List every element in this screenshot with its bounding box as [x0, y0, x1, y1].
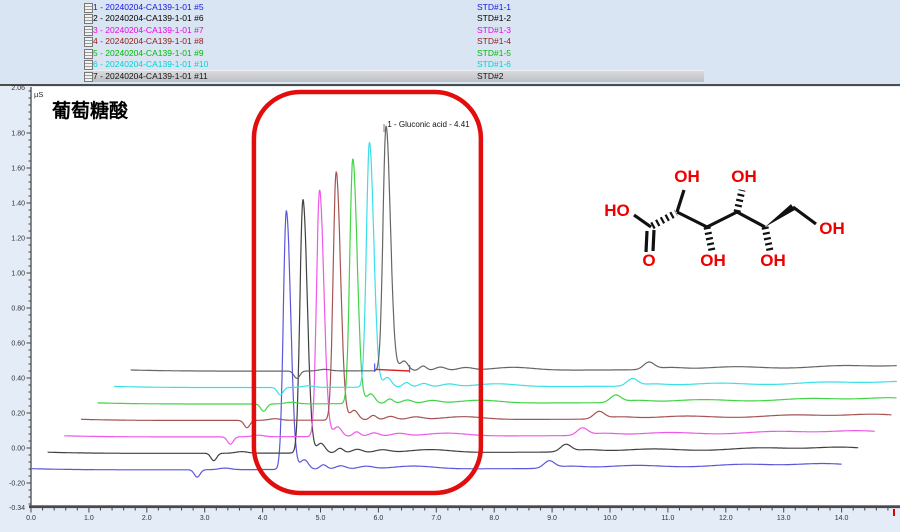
x-axis-ticks: 0.0 1.0 2.0 3.0 4.0 5.0 6.0 7.0 8.0 9.0 10.0 11.0 12…: [26, 508, 894, 522]
atom-label-O: O: [642, 251, 655, 270]
svg-text:8.0: 8.0: [489, 515, 499, 522]
svg-text:7.0: 7.0: [431, 515, 441, 522]
svg-text:0.40: 0.40: [11, 376, 25, 383]
svg-text:2.06: 2.06: [11, 85, 25, 92]
svg-text:14.0: 14.0: [835, 515, 849, 522]
svg-text:1.60: 1.60: [11, 166, 25, 173]
svg-text:-0.34: -0.34: [9, 505, 25, 512]
svg-text:3.0: 3.0: [200, 515, 210, 522]
svg-text:1.80: 1.80: [11, 131, 25, 138]
svg-text:6.0: 6.0: [374, 515, 384, 522]
svg-text:4.0: 4.0: [258, 515, 268, 522]
svg-text:9.0: 9.0: [547, 515, 557, 522]
svg-text:0.60: 0.60: [11, 341, 25, 348]
svg-text:1.0: 1.0: [84, 515, 94, 522]
svg-text:5.0: 5.0: [316, 515, 326, 522]
plot-area[interactable]: [31, 87, 900, 507]
svg-text:1.40: 1.40: [11, 201, 25, 208]
chart-title: 葡萄糖酸: [52, 99, 129, 122]
atom-label-HO: HO: [604, 201, 630, 220]
svg-text:10.0: 10.0: [603, 515, 617, 522]
svg-text:12.0: 12.0: [719, 515, 733, 522]
svg-text:0.0: 0.0: [26, 515, 36, 522]
atom-label-OH: OH: [760, 251, 786, 270]
x-axis-line: [29, 505, 900, 508]
svg-text:0.00: 0.00: [11, 446, 25, 453]
svg-text:13.0: 13.0: [777, 515, 791, 522]
svg-text:2.0: 2.0: [142, 515, 152, 522]
peak-label: 1 - Gluconic acid - 4.41: [387, 120, 470, 129]
svg-text:0.20: 0.20: [11, 411, 25, 418]
chromatogram-plot: µS 葡萄糖酸 -0.20 0.00 0.20 0.40 0.60 0.80 1.00 1.2…: [0, 0, 900, 532]
svg-text:11.0: 11.0: [661, 515, 674, 522]
y-axis-unit: µS: [34, 90, 43, 99]
svg-text:1.20: 1.20: [11, 236, 25, 243]
y-axis-ticks: -0.20 0.00 0.20 0.40 0.60 0.80 1.00 1.20 1.40 1.6…: [9, 85, 31, 512]
atom-label-OH: OH: [700, 251, 726, 270]
svg-text:1.00: 1.00: [11, 271, 25, 278]
atom-label-OH: OH: [819, 219, 845, 238]
atom-label-OH: OH: [731, 167, 757, 186]
svg-text:-0.20: -0.20: [9, 481, 25, 488]
svg-text:0.80: 0.80: [11, 306, 25, 313]
atom-label-OH: OH: [674, 167, 700, 186]
